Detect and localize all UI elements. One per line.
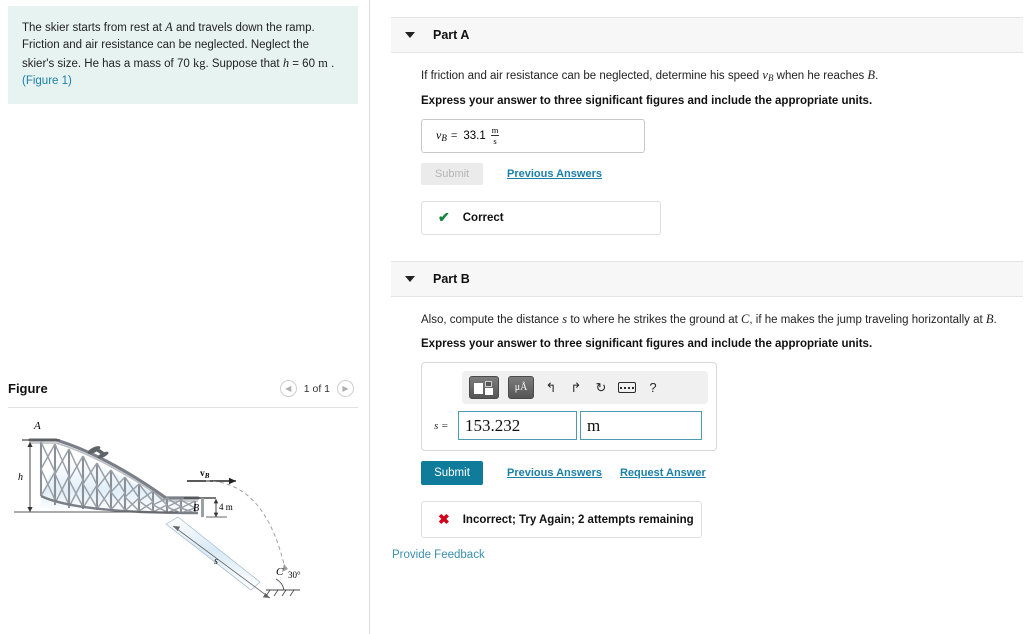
part-b-entry-row: s = 153.232 m (430, 411, 708, 441)
part-b-entry-label: s = (434, 419, 449, 432)
part-a-question-post: . (875, 70, 879, 82)
part-b-feedback: ✖ Incorrect; Try Again; 2 attempts remai… (421, 501, 702, 539)
part-a-answer-value: 33.1 (463, 129, 486, 142)
problem-unit-kg: kg (192, 56, 206, 71)
keyboard-icon[interactable] (618, 382, 636, 394)
label-4m: 4 m (219, 502, 233, 512)
part-b-var-b: B (985, 311, 994, 326)
part-b-question-mid2: , if he makes the jump traveling horizon… (749, 313, 986, 326)
part-b-question-post: . (993, 313, 997, 326)
part-a-submit-button[interactable]: Submit (421, 162, 483, 185)
micro-angstrom-units-icon[interactable]: μÅ (508, 376, 534, 400)
ski-ramp-svg: A h B vB 4 m s C 30° (14, 420, 301, 599)
part-a-body: If friction and air resistance can be ne… (371, 67, 1024, 235)
caret-down-icon[interactable] (405, 32, 415, 38)
part-a-answer-equals: = (450, 129, 458, 142)
page-root: The skier starts from rest at A and trav… (0, 0, 1024, 634)
cross-icon: ✖ (438, 511, 450, 528)
part-a-answer-unit: m s (490, 124, 500, 147)
part-a-previous-answers-link[interactable]: Previous Answers (507, 168, 602, 180)
post-B (201, 498, 204, 517)
problem-var-a: A (165, 20, 173, 34)
part-a-var-v: vB (762, 68, 774, 83)
part-b-feedback-text: Incorrect; Try Again; 2 attempts remaini… (462, 513, 694, 526)
part-a-feedback: ✔ Correct (421, 200, 661, 235)
problem-text-3: . Suppose that (205, 58, 283, 71)
redo-icon[interactable]: ↱ (568, 378, 584, 398)
label-vB: vB (200, 469, 210, 480)
part-b-header[interactable]: Part B (391, 260, 1023, 297)
check-icon: ✔ (438, 209, 450, 226)
part-b-body: Also, compute the distance s to where he… (371, 311, 1024, 539)
left-panel: The skier starts from rest at A and trav… (0, 0, 370, 634)
part-b-answer-widget: μÅ ↰ ↱ ↻ ? s = 153.232 m (421, 362, 717, 452)
part-b-submit-button[interactable]: Submit (421, 461, 483, 486)
label-s: s (214, 556, 218, 567)
problem-text-4: = 60 (289, 58, 319, 71)
figure-1-link[interactable]: (Figure 1) (22, 75, 72, 87)
part-b-button-row: Submit Previous Answers Request Answer (421, 461, 1004, 486)
part-a-var-b: B (867, 68, 876, 82)
chevron-right-icon[interactable]: ▶ (337, 380, 354, 397)
part-a-question-pre: If friction and air resistance can be ne… (421, 70, 763, 82)
provide-feedback-link[interactable]: Provide Feedback (392, 549, 485, 561)
label-B: B (193, 503, 199, 514)
part-b-request-answer-link[interactable]: Request Answer (620, 467, 706, 479)
skier-figure (87, 446, 109, 459)
undo-icon[interactable]: ↰ (543, 378, 559, 398)
part-a-answer-field[interactable]: vB = 33.1 m s (421, 118, 645, 153)
part-a-answer-var: vB (436, 128, 447, 144)
figure-title: Figure (8, 381, 48, 396)
part-a-feedback-text: Correct (462, 211, 504, 224)
unit-numerator: m (490, 124, 500, 137)
figure-header: Figure ◀ 1 of 1 ▶ (8, 378, 358, 406)
math-toolbar: μÅ ↰ ↱ ↻ ? (462, 371, 708, 405)
help-icon[interactable]: ? (645, 378, 661, 398)
part-a-instruction: Express your answer to three significant… (421, 94, 873, 107)
caret-down-icon[interactable] (405, 275, 415, 282)
unit-denominator: s (493, 136, 497, 147)
math-template-icon[interactable] (469, 376, 499, 400)
part-b-question-pre: Also, compute the distance (421, 313, 563, 326)
part-b-question: Also, compute the distance s to where he… (421, 311, 1004, 329)
right-panel: Part A If friction and air resistance ca… (371, 0, 1024, 634)
figure-navigation: ◀ 1 of 1 ▶ (279, 380, 354, 397)
ground-hatch (265, 589, 295, 597)
part-b-unit-input[interactable]: m (580, 411, 702, 441)
label-h: h (18, 472, 23, 483)
reset-icon[interactable]: ↻ (593, 378, 609, 398)
dim-s-line (172, 525, 271, 599)
figure-counter: 1 of 1 (303, 382, 330, 395)
problem-text-1: The skier starts from rest at (22, 22, 166, 34)
chevron-left-icon[interactable]: ◀ (279, 380, 297, 397)
vb-arrow-head (229, 477, 236, 485)
part-b-previous-answers-link[interactable]: Previous Answers (507, 467, 602, 479)
part-a-button-row: Submit Previous Answers (421, 162, 1004, 185)
part-b-label: Part B (433, 271, 470, 286)
part-a-question: If friction and air resistance can be ne… (421, 67, 1004, 85)
part-b-instruction: Express your answer to three significant… (421, 338, 873, 351)
problem-statement: The skier starts from rest at A and trav… (8, 6, 358, 105)
landing-slope (165, 516, 261, 591)
figure-diagram[interactable]: A h B vB 4 m s C 30° (8, 412, 360, 627)
part-b-value-input[interactable]: 153.232 (458, 411, 577, 441)
figure-divider (8, 407, 358, 408)
problem-text-5: . (327, 58, 335, 71)
part-a-question-mid: when he reaches (773, 70, 868, 82)
part-b-question-mid: to where he strikes the ground at (567, 313, 742, 326)
label-A: A (33, 420, 41, 432)
part-a-label: Part A (433, 28, 470, 42)
label-angle: 30° (288, 570, 301, 580)
part-a-header[interactable]: Part A (391, 17, 1023, 53)
problem-unit-m: m (318, 56, 328, 71)
label-C: C (276, 566, 284, 578)
